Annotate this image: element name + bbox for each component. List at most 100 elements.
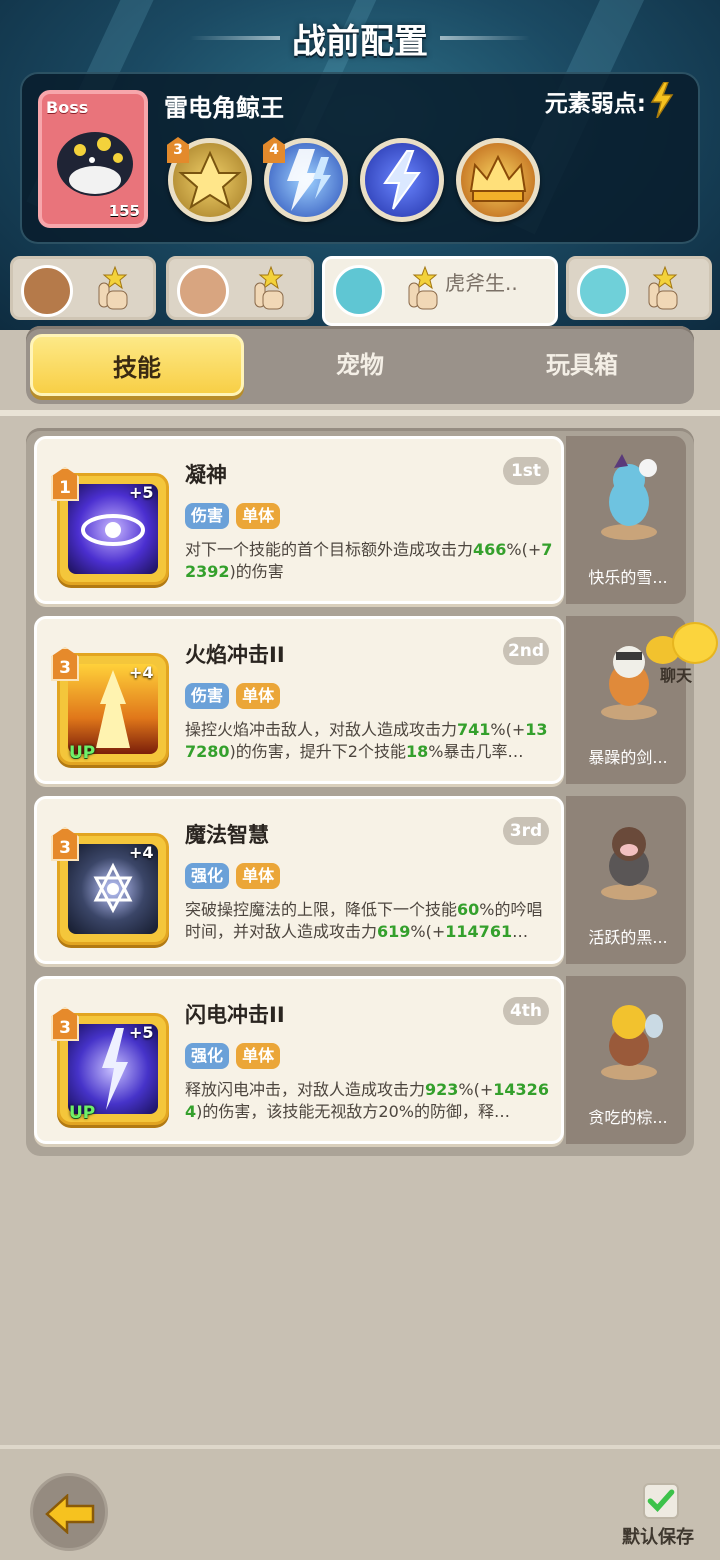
skill-tags: 伤害 单体 bbox=[185, 683, 282, 709]
tag-single: 单体 bbox=[236, 1043, 281, 1069]
tap-hand-icon bbox=[254, 265, 284, 310]
desc-text: 对下一个技能的首个目标额外造成攻击力 bbox=[185, 540, 474, 559]
avatar bbox=[21, 265, 73, 317]
boss-skill-level-badge: 4 bbox=[263, 137, 285, 163]
pet-name: 活跃的黑... bbox=[588, 928, 668, 947]
divider bbox=[0, 410, 720, 416]
skill-card[interactable]: 3 +4 魔法智慧 3rd 强化 单体 突破操控魔法的上限，降低下一个技能60%… bbox=[34, 796, 564, 964]
desc-text: )的伤害 bbox=[229, 562, 284, 581]
skill-order: 3rd bbox=[503, 817, 549, 845]
whale-boss-icon bbox=[57, 132, 133, 196]
snow-pet-icon bbox=[601, 454, 657, 540]
desc-value: 923 bbox=[425, 1080, 459, 1099]
pet-name: 快乐的雪... bbox=[588, 568, 668, 587]
desc-value: 60 bbox=[457, 900, 480, 919]
skill-name: 闪电冲击II bbox=[185, 1003, 285, 1027]
desc-value: 741 bbox=[457, 720, 491, 739]
pet-slot[interactable]: 贪吃的棕... bbox=[566, 976, 686, 1144]
team-member-4[interactable] bbox=[566, 256, 712, 320]
tag-single: 单体 bbox=[236, 683, 281, 709]
skill-description: 释放闪电冲击，对敌人造成攻击力923%(+143264)的伤害，该技能无视敌方2… bbox=[185, 1079, 557, 1123]
skill-order: 1st bbox=[503, 457, 549, 485]
skill-tags: 强化 单体 bbox=[185, 863, 282, 889]
team-member-1[interactable] bbox=[10, 256, 156, 320]
desc-text: %暴击几率… bbox=[428, 742, 524, 761]
desc-text: %(+ bbox=[490, 720, 526, 739]
skill-tags: 伤害 单体 bbox=[185, 503, 282, 529]
desc-text: %(+ bbox=[410, 922, 446, 941]
skill-description: 操控火焰冲击敌人，对敌人造成攻击力741%(+137280)的伤害，提升下2个技… bbox=[185, 719, 557, 763]
lightning-icon bbox=[650, 82, 674, 118]
pet-slot[interactable]: 活跃的黑... bbox=[566, 796, 686, 964]
back-arrow-icon bbox=[45, 1494, 95, 1534]
team-member-3[interactable]: 虎斧生.. bbox=[322, 256, 558, 326]
boss-skill-gold-crest[interactable]: 3 bbox=[167, 137, 252, 222]
avatar bbox=[333, 265, 385, 317]
tag-single: 单体 bbox=[236, 503, 281, 529]
tag-buff: 强化 bbox=[185, 863, 230, 889]
desc-value: 466 bbox=[473, 540, 507, 559]
element-weakness-label: 元素弱点: bbox=[544, 91, 646, 117]
skill-name: 凝神 bbox=[185, 463, 227, 487]
skill-list: 1 +5 凝神 1st 伤害 单体 对下一个技能的首个目标额外造成攻击力466%… bbox=[26, 428, 694, 1156]
desc-text: 突破操控魔法的上限，降低下一个技能 bbox=[185, 900, 458, 919]
back-button[interactable] bbox=[30, 1473, 108, 1551]
boss-skill-lightning-bolt[interactable] bbox=[360, 138, 444, 222]
bottom-bar: 默认保存 bbox=[0, 1445, 720, 1560]
boss-skill-gold-crown[interactable] bbox=[456, 138, 540, 222]
default-save-checkbox[interactable] bbox=[643, 1483, 679, 1519]
tap-hand-icon bbox=[648, 265, 678, 310]
skill-description: 对下一个技能的首个目标额外造成攻击力466%(+72392)的伤害 bbox=[185, 539, 557, 583]
tap-hand-icon bbox=[98, 265, 128, 310]
tab-pets[interactable]: 宠物 bbox=[248, 334, 472, 396]
check-icon bbox=[647, 1489, 675, 1512]
tag-damage: 伤害 bbox=[185, 683, 230, 709]
desc-text: )的伤害，该技能无视敌方20%的防御，释… bbox=[196, 1102, 510, 1121]
desc-text: … bbox=[512, 922, 529, 941]
tab-skills[interactable]: 技能 bbox=[30, 334, 244, 396]
boss-panel: Boss 155 雷电角鲸王 元素弱点: 3 4 bbox=[20, 72, 700, 244]
pet-slot[interactable]: 快乐的雪... bbox=[566, 436, 686, 604]
default-save-label: 默认保存 bbox=[622, 1527, 694, 1548]
tag-single: 单体 bbox=[236, 863, 281, 889]
desc-value: 114761 bbox=[445, 922, 513, 941]
boar-pet-icon bbox=[601, 827, 657, 900]
tag-damage: 伤害 bbox=[185, 503, 230, 529]
lightning-bolt-icon bbox=[383, 150, 421, 210]
skill-up-label: UP bbox=[69, 743, 96, 763]
skill-order: 4th bbox=[503, 997, 549, 1025]
boss-tag: Boss bbox=[46, 98, 89, 117]
skill-plus: +5 bbox=[129, 1023, 154, 1042]
avatar bbox=[577, 265, 629, 317]
boss-portrait[interactable]: Boss 155 bbox=[38, 90, 148, 228]
gold-crown-icon bbox=[469, 154, 527, 202]
avatar bbox=[177, 265, 229, 317]
tap-hand-icon bbox=[408, 265, 438, 310]
boss-skill-level-badge: 3 bbox=[167, 137, 189, 163]
pet-name: 暴躁的剑... bbox=[588, 748, 668, 767]
desc-text: 释放闪电冲击，对敌人造成攻击力 bbox=[185, 1080, 426, 1099]
tab-toybox[interactable]: 玩具箱 bbox=[470, 334, 694, 396]
desc-text: )的伤害，提升下2个技能 bbox=[229, 742, 406, 761]
skill-plus: +5 bbox=[129, 483, 154, 502]
boss-skill-lightning-storm[interactable]: 4 bbox=[263, 137, 348, 222]
tab-bar: 技能 宠物 玩具箱 bbox=[26, 326, 694, 404]
desc-value: 619 bbox=[377, 922, 411, 941]
skill-up-label: UP bbox=[69, 1103, 96, 1123]
boss-level: 155 bbox=[108, 202, 140, 220]
team-member-2[interactable] bbox=[166, 256, 314, 320]
skill-card[interactable]: 3 +5 UP 闪电冲击II 4th 强化 单体 释放闪电冲击，对敌人造成攻击力… bbox=[34, 976, 564, 1144]
skill-plus: +4 bbox=[129, 843, 154, 862]
page-title: 战前配置 bbox=[292, 22, 428, 62]
skill-description: 突破操控魔法的上限，降低下一个技能60%的吟唱时间，并对敌人造成攻击力619%(… bbox=[185, 899, 557, 943]
skill-plus: +4 bbox=[129, 663, 154, 682]
skill-card[interactable]: 1 +5 凝神 1st 伤害 单体 对下一个技能的首个目标额外造成攻击力466%… bbox=[34, 436, 564, 604]
pet-name: 贪吃的棕... bbox=[588, 1108, 668, 1127]
chat-button[interactable]: 聊天 bbox=[646, 620, 720, 690]
skill-name: 魔法智慧 bbox=[185, 823, 269, 847]
skill-card[interactable]: 3 +4 UP 火焰冲击II 2nd 伤害 单体 操控火焰冲击敌人，对敌人造成攻… bbox=[34, 616, 564, 784]
team-selector: 虎斧生.. bbox=[0, 256, 720, 326]
chat-label: 聊天 bbox=[660, 666, 693, 685]
desc-text: 操控火焰冲击敌人，对敌人造成攻击力 bbox=[185, 720, 458, 739]
boss-name: 雷电角鲸王 bbox=[164, 94, 284, 122]
